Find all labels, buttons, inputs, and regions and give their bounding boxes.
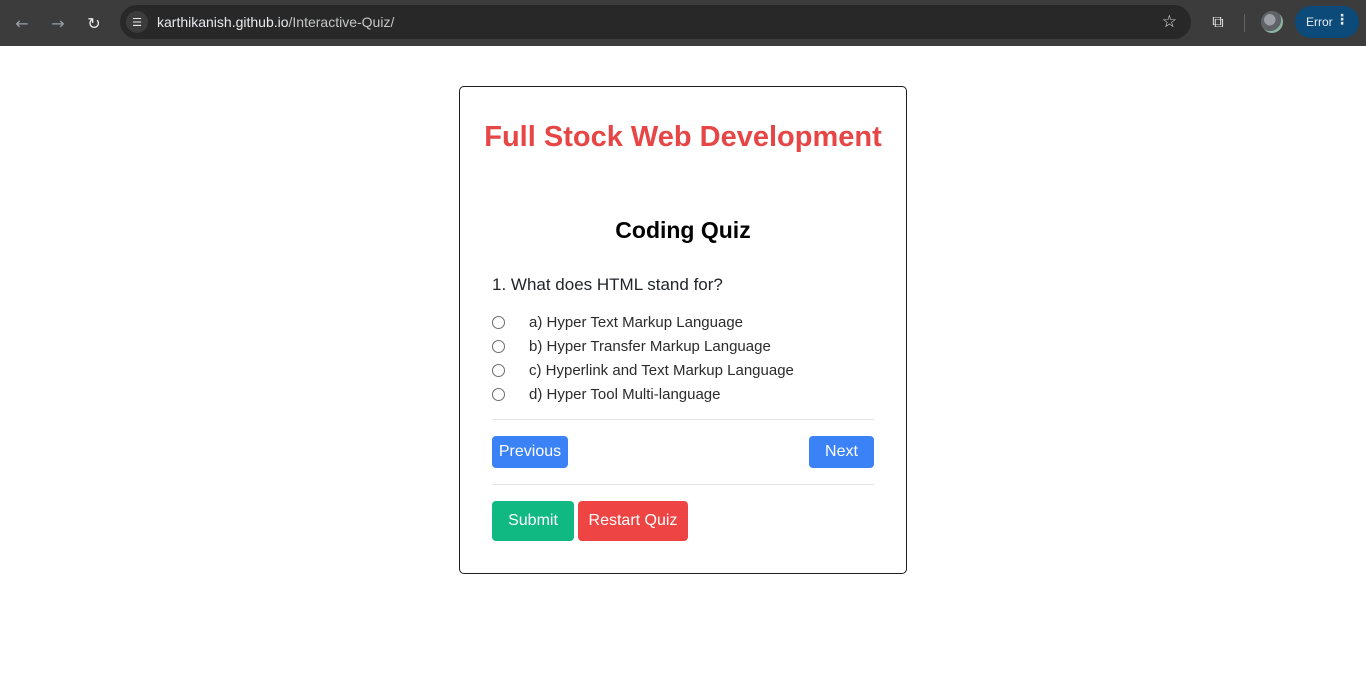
option-label[interactable]: c) Hyperlink and Text Markup Language xyxy=(529,362,794,379)
browser-toolbar: ← → ↻ ☰ karthikanish.github.io/Interacti… xyxy=(0,0,1366,46)
star-icon[interactable]: ☆ xyxy=(1162,12,1177,32)
url-text[interactable]: karthikanish.github.io/Interactive-Quiz/ xyxy=(157,14,394,30)
option-label[interactable]: a) Hyper Text Markup Language xyxy=(529,314,743,331)
profile-error-button[interactable]: Error ⋮ xyxy=(1295,6,1359,38)
more-vert-icon[interactable]: ⋮ xyxy=(1335,12,1349,28)
divider xyxy=(492,484,874,485)
quiz-subtitle: Coding Quiz xyxy=(615,217,751,243)
toolbar-divider xyxy=(1244,14,1245,32)
previous-button[interactable]: Previous xyxy=(492,436,568,468)
option-label[interactable]: d) Hyper Tool Multi-language xyxy=(529,386,721,403)
url-host: karthikanish.github.io xyxy=(157,14,289,30)
option-item[interactable]: b) Hyper Transfer Markup Language xyxy=(492,334,794,358)
forward-button[interactable]: → xyxy=(44,9,72,37)
option-radio[interactable] xyxy=(492,339,505,353)
quiz-title: Full Stock Web Development xyxy=(484,121,882,153)
options-list: a) Hyper Text Markup Language b) Hyper T… xyxy=(492,310,794,406)
profile-avatar[interactable] xyxy=(1261,11,1283,33)
reload-button[interactable]: ↻ xyxy=(80,9,108,37)
next-button[interactable]: Next xyxy=(809,436,874,468)
option-radio[interactable] xyxy=(492,315,505,329)
option-item[interactable]: d) Hyper Tool Multi-language xyxy=(492,382,794,406)
option-item[interactable]: c) Hyperlink and Text Markup Language xyxy=(492,358,794,382)
reload-icon: ↻ xyxy=(87,13,101,33)
puzzle-icon[interactable]: ⧉ xyxy=(1207,11,1229,33)
option-label[interactable]: b) Hyper Transfer Markup Language xyxy=(529,338,771,355)
back-button[interactable]: ← xyxy=(8,9,36,37)
submit-button[interactable]: Submit xyxy=(492,501,574,541)
option-item[interactable]: a) Hyper Text Markup Language xyxy=(492,310,794,334)
address-bar[interactable]: ☰ karthikanish.github.io/Interactive-Qui… xyxy=(120,5,1191,39)
option-radio[interactable] xyxy=(492,387,505,401)
arrow-left-icon: ← xyxy=(15,13,29,33)
quiz-card: Full Stock Web Development Coding Quiz 1… xyxy=(459,86,907,574)
arrow-right-icon: → xyxy=(51,13,65,33)
profile-status-label: Error xyxy=(1306,15,1333,29)
question-text: 1. What does HTML stand for? xyxy=(492,275,723,294)
option-radio[interactable] xyxy=(492,363,505,377)
url-path: /Interactive-Quiz/ xyxy=(288,14,395,30)
site-info-icon[interactable]: ☰ xyxy=(126,11,148,33)
divider xyxy=(492,419,874,420)
restart-quiz-button[interactable]: Restart Quiz xyxy=(578,501,688,541)
